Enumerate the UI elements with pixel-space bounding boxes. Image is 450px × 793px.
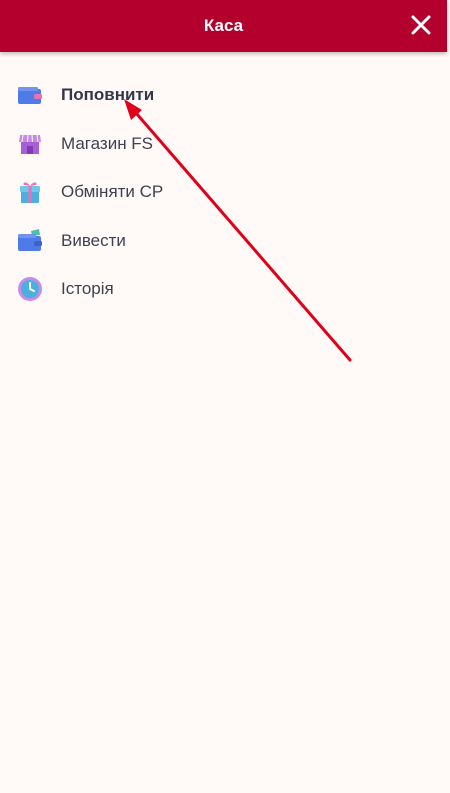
menu-item-label: Магазин FS [61, 134, 154, 153]
header-bar: Каса [0, 0, 447, 52]
menu-item-label: Історія [61, 279, 114, 298]
shop-icon [14, 128, 46, 160]
menu-item-exchange[interactable]: Обміняти CP [14, 172, 434, 212]
page-title: Каса [203, 16, 244, 35]
menu-item-label: Вивести [61, 231, 126, 250]
menu-item-history[interactable]: Історія [14, 269, 434, 309]
menu-item-label: Поповнити [61, 85, 155, 104]
menu-item-shop[interactable]: Магазин FS [14, 124, 434, 164]
wallet-withdraw-icon [14, 225, 46, 257]
annotation-arrow [124, 99, 352, 362]
gift-icon [14, 176, 46, 208]
clock-icon [14, 273, 46, 305]
menu-item-top-up[interactable]: Поповнити [14, 75, 434, 115]
close-icon[interactable] [409, 13, 433, 37]
wallet-icon [14, 79, 46, 111]
menu-item-withdraw[interactable]: Вивести [14, 221, 434, 261]
menu-item-label: Обміняти CP [61, 182, 164, 201]
